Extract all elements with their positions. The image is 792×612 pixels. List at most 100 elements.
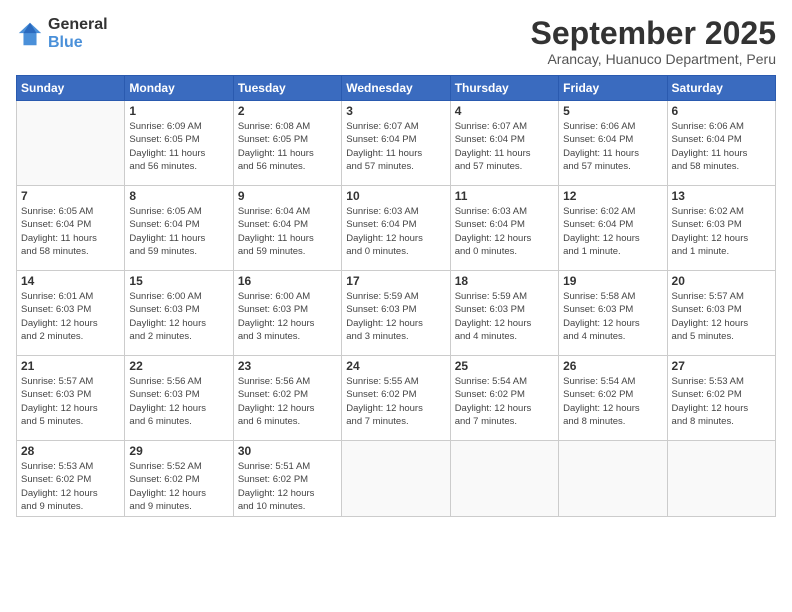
day-info: Sunrise: 5:53 AM Sunset: 6:02 PM Dayligh… [21, 460, 120, 513]
day-info: Sunrise: 5:59 AM Sunset: 6:03 PM Dayligh… [346, 290, 445, 343]
day-number: 10 [346, 189, 445, 203]
day-info: Sunrise: 5:53 AM Sunset: 6:02 PM Dayligh… [672, 375, 771, 428]
table-row: 11 Sunrise: 6:03 AM Sunset: 6:04 PM Dayli… [450, 186, 558, 271]
day-info: Sunrise: 6:07 AM Sunset: 6:04 PM Dayligh… [346, 120, 445, 173]
table-row: 19Sunrise: 5:58 AM Sunset: 6:03 PM Dayli… [559, 271, 667, 356]
day-number: 19 [563, 274, 662, 288]
day-info: Sunrise: 5:56 AM Sunset: 6:03 PM Dayligh… [129, 375, 228, 428]
table-row: 25Sunrise: 5:54 AM Sunset: 6:02 PM Dayli… [450, 356, 558, 441]
month-title: September 2025 [531, 16, 776, 51]
table-row: 28 Sunrise: 5:53 AM Sunset: 6:02 PM Dayli… [17, 441, 125, 517]
table-row: 6 Sunrise: 6:06 AM Sunset: 6:04 PM Daylig… [667, 101, 775, 186]
day-number: 3 [346, 104, 445, 118]
table-row: 26Sunrise: 5:54 AM Sunset: 6:02 PM Dayli… [559, 356, 667, 441]
day-number: 30 [238, 444, 337, 458]
col-saturday: Saturday [667, 76, 775, 101]
day-number: 1 [129, 104, 228, 118]
day-info: Sunrise: 5:51 AM Sunset: 6:02 PM Dayligh… [238, 460, 337, 513]
col-thursday: Thursday [450, 76, 558, 101]
day-info: Sunrise: 6:00 AM Sunset: 6:03 PM Dayligh… [129, 290, 228, 343]
day-info: Sunrise: 5:56 AM Sunset: 6:02 PM Dayligh… [238, 375, 337, 428]
table-row [559, 441, 667, 517]
day-number: 13 [672, 189, 771, 203]
day-number: 7 [21, 189, 120, 203]
location-subtitle: Arancay, Huanuco Department, Peru [531, 51, 776, 67]
day-info: Sunrise: 5:54 AM Sunset: 6:02 PM Dayligh… [563, 375, 662, 428]
day-number: 28 [21, 444, 120, 458]
day-number: 12 [563, 189, 662, 203]
day-info: Sunrise: 5:57 AM Sunset: 6:03 PM Dayligh… [21, 375, 120, 428]
calendar-table: Sunday Monday Tuesday Wednesday Thursday… [16, 75, 776, 517]
day-info: Sunrise: 6:06 AM Sunset: 6:04 PM Dayligh… [563, 120, 662, 173]
table-row: 13 Sunrise: 6:02 AM Sunset: 6:03 PM Dayli… [667, 186, 775, 271]
day-info: Sunrise: 6:08 AM Sunset: 6:05 PM Dayligh… [238, 120, 337, 173]
day-number: 16 [238, 274, 337, 288]
table-row: 2Sunrise: 6:08 AM Sunset: 6:05 PM Daylig… [233, 101, 341, 186]
table-row [342, 441, 450, 517]
day-info: Sunrise: 6:06 AM Sunset: 6:04 PM Dayligh… [672, 120, 771, 173]
table-row [450, 441, 558, 517]
day-info: Sunrise: 6:02 AM Sunset: 6:03 PM Dayligh… [672, 205, 771, 258]
table-row: 8 Sunrise: 6:05 AM Sunset: 6:04 PM Daylig… [125, 186, 233, 271]
day-info: Sunrise: 5:54 AM Sunset: 6:02 PM Dayligh… [455, 375, 554, 428]
day-info: Sunrise: 6:04 AM Sunset: 6:04 PM Dayligh… [238, 205, 337, 258]
page-container: General Blue September 2025 Arancay, Hua… [0, 0, 792, 525]
day-info: Sunrise: 6:02 AM Sunset: 6:04 PM Dayligh… [563, 205, 662, 258]
table-row: 23 Sunrise: 5:56 AM Sunset: 6:02 PM Dayli… [233, 356, 341, 441]
day-info: Sunrise: 5:57 AM Sunset: 6:03 PM Dayligh… [672, 290, 771, 343]
col-tuesday: Tuesday [233, 76, 341, 101]
table-row: 16 Sunrise: 6:00 AM Sunset: 6:03 PM Dayli… [233, 271, 341, 356]
table-row: 5Sunrise: 6:06 AM Sunset: 6:04 PM Daylig… [559, 101, 667, 186]
calendar-header-row: Sunday Monday Tuesday Wednesday Thursday… [17, 76, 776, 101]
table-row: 15 Sunrise: 6:00 AM Sunset: 6:03 PM Dayli… [125, 271, 233, 356]
logo: General Blue [16, 16, 108, 52]
day-info: Sunrise: 6:01 AM Sunset: 6:03 PM Dayligh… [21, 290, 120, 343]
table-row: 10Sunrise: 6:03 AM Sunset: 6:04 PM Dayli… [342, 186, 450, 271]
day-number: 14 [21, 274, 120, 288]
page-header: General Blue September 2025 Arancay, Hua… [16, 16, 776, 67]
day-info: Sunrise: 6:03 AM Sunset: 6:04 PM Dayligh… [455, 205, 554, 258]
day-number: 6 [672, 104, 771, 118]
day-number: 27 [672, 359, 771, 373]
day-info: Sunrise: 5:52 AM Sunset: 6:02 PM Dayligh… [129, 460, 228, 513]
table-row: 1 Sunrise: 6:09 AM Sunset: 6:05 PM Daylig… [125, 101, 233, 186]
table-row: 20 Sunrise: 5:57 AM Sunset: 6:03 PM Dayli… [667, 271, 775, 356]
table-row: 30 Sunrise: 5:51 AM Sunset: 6:02 PM Dayli… [233, 441, 341, 517]
day-number: 29 [129, 444, 228, 458]
day-number: 11 [455, 189, 554, 203]
day-number: 9 [238, 189, 337, 203]
table-row: 17 Sunrise: 5:59 AM Sunset: 6:03 PM Dayli… [342, 271, 450, 356]
col-wednesday: Wednesday [342, 76, 450, 101]
day-number: 17 [346, 274, 445, 288]
day-info: Sunrise: 5:59 AM Sunset: 6:03 PM Dayligh… [455, 290, 554, 343]
col-friday: Friday [559, 76, 667, 101]
table-row: 18 Sunrise: 5:59 AM Sunset: 6:03 PM Dayli… [450, 271, 558, 356]
day-number: 15 [129, 274, 228, 288]
table-row: 27 Sunrise: 5:53 AM Sunset: 6:02 PM Dayli… [667, 356, 775, 441]
day-info: Sunrise: 6:05 AM Sunset: 6:04 PM Dayligh… [129, 205, 228, 258]
logo-icon [16, 20, 44, 48]
day-number: 23 [238, 359, 337, 373]
table-row: 4Sunrise: 6:07 AM Sunset: 6:04 PM Daylig… [450, 101, 558, 186]
col-sunday: Sunday [17, 76, 125, 101]
table-row: 7 Sunrise: 6:05 AM Sunset: 6:04 PM Daylig… [17, 186, 125, 271]
table-row [17, 101, 125, 186]
logo-text: General Blue [48, 16, 108, 52]
day-number: 18 [455, 274, 554, 288]
day-number: 8 [129, 189, 228, 203]
table-row: 3 Sunrise: 6:07 AM Sunset: 6:04 PM Daylig… [342, 101, 450, 186]
table-row: 24 Sunrise: 5:55 AM Sunset: 6:02 PM Dayli… [342, 356, 450, 441]
day-number: 20 [672, 274, 771, 288]
table-row: 12 Sunrise: 6:02 AM Sunset: 6:04 PM Dayli… [559, 186, 667, 271]
day-info: Sunrise: 6:07 AM Sunset: 6:04 PM Dayligh… [455, 120, 554, 173]
day-number: 24 [346, 359, 445, 373]
table-row: 14 Sunrise: 6:01 AM Sunset: 6:03 PM Dayli… [17, 271, 125, 356]
day-info: Sunrise: 6:00 AM Sunset: 6:03 PM Dayligh… [238, 290, 337, 343]
day-number: 22 [129, 359, 228, 373]
day-info: Sunrise: 5:55 AM Sunset: 6:02 PM Dayligh… [346, 375, 445, 428]
title-area: September 2025 Arancay, Huanuco Departme… [531, 16, 776, 67]
day-info: Sunrise: 6:05 AM Sunset: 6:04 PM Dayligh… [21, 205, 120, 258]
col-monday: Monday [125, 76, 233, 101]
table-row [667, 441, 775, 517]
day-info: Sunrise: 6:09 AM Sunset: 6:05 PM Dayligh… [129, 120, 228, 173]
